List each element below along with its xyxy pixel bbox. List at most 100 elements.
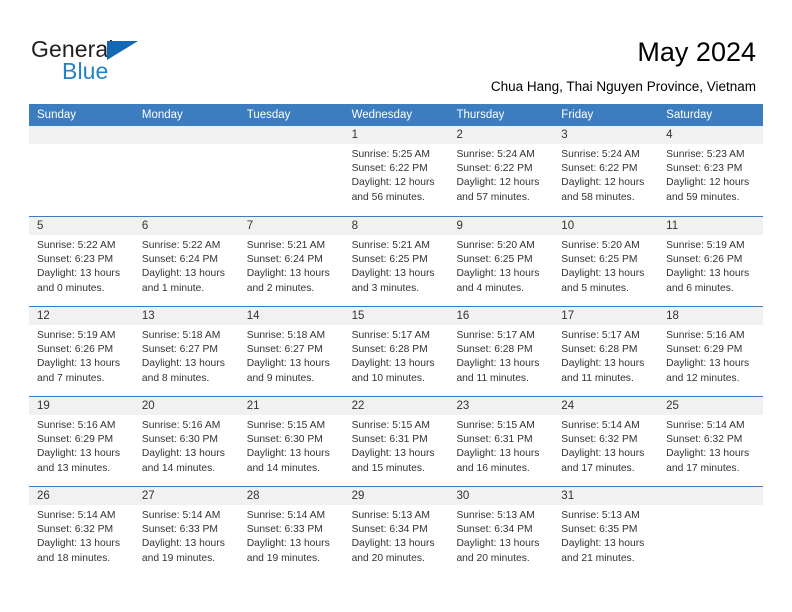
calendar-day-cell[interactable]: 22 Sunrise: 5:15 AM Sunset: 6:31 PM Dayligh…	[343, 397, 449, 486]
day-number: 30	[448, 487, 554, 505]
daylight-text: Daylight: 13 hours and 8 minutes.	[141, 358, 225, 384]
day-number: 8	[343, 217, 449, 235]
calendar-day-cell[interactable]: 27 Sunrise: 5:14 AM Sunset: 6:33 PM Dayligh…	[133, 487, 239, 576]
sunrise-text: Sunrise: 5:19 AM	[666, 240, 745, 251]
calendar-day-cell[interactable]: 16 Sunrise: 5:17 AM Sunset: 6:28 PM Dayligh…	[448, 307, 554, 396]
calendar-day-cell[interactable]: 4 Sunrise: 5:23 AM Sunset: 6:23 PM Daylight…	[658, 126, 764, 216]
day-number: 11	[658, 217, 764, 235]
calendar-day-cell[interactable]: 1 Sunrise: 5:25 AM Sunset: 6:22 PM Daylight…	[343, 126, 449, 216]
calendar-day-cell[interactable]: 28 Sunrise: 5:14 AM Sunset: 6:33 PM Dayligh…	[238, 487, 344, 576]
sunrise-text: Sunrise: 5:17 AM	[561, 330, 640, 341]
day-sun-info: Sunrise: 5:15 AM Sunset: 6:31 PM Daylight:…	[448, 415, 553, 476]
daylight-text: Daylight: 13 hours and 17 minutes.	[561, 448, 645, 474]
sunrise-text: Sunrise: 5:14 AM	[141, 510, 221, 521]
calendar-day-cell[interactable]: 9 Sunrise: 5:20 AM Sunset: 6:25 PM Daylight…	[448, 217, 554, 306]
sunset-text: Sunset: 6:34 PM	[456, 524, 533, 536]
calendar-day-cell[interactable]: 30 Sunrise: 5:13 AM Sunset: 6:34 PM Dayligh…	[448, 487, 554, 576]
page-subtitle-location: Chua Hang, Thai Nguyen Province, Vietnam	[490, 79, 756, 94]
sunset-text: Sunset: 6:34 PM	[351, 524, 428, 536]
calendar-day-cell[interactable]: 2 Sunrise: 5:24 AM Sunset: 6:22 PM Daylight…	[448, 126, 554, 216]
sunset-text: Sunset: 6:35 PM	[561, 524, 638, 536]
page-title: May 2024	[637, 37, 756, 67]
calendar-day-cell[interactable]: 15 Sunrise: 5:17 AM Sunset: 6:28 PM Dayligh…	[343, 307, 449, 396]
calendar-day-cell[interactable]: 13 Sunrise: 5:18 AM Sunset: 6:27 PM Dayligh…	[133, 307, 239, 396]
calendar-weeks: 1 Sunrise: 5:25 AM Sunset: 6:22 PM Daylight…	[29, 126, 764, 576]
calendar-day-cell[interactable]: 5 Sunrise: 5:22 AM Sunset: 6:23 PM Daylight…	[29, 217, 134, 306]
sunrise-text: Sunrise: 5:13 AM	[561, 510, 640, 521]
day-sun-info: Sunrise: 5:14 AM Sunset: 6:32 PM Daylight:…	[553, 415, 658, 476]
daylight-text: Daylight: 13 hours and 21 minutes.	[561, 538, 645, 564]
calendar-day-cell[interactable]: 12 Sunrise: 5:19 AM Sunset: 6:26 PM Dayligh…	[29, 307, 134, 396]
day-number: 14	[238, 307, 344, 325]
daylight-text: Daylight: 13 hours and 14 minutes.	[141, 448, 225, 474]
calendar-week-row: 12 Sunrise: 5:19 AM Sunset: 6:26 PM Dayligh…	[29, 306, 764, 396]
calendar-day-cell[interactable]: 10 Sunrise: 5:20 AM Sunset: 6:25 PM Dayligh…	[553, 217, 659, 306]
sunrise-text: Sunrise: 5:16 AM	[141, 420, 221, 431]
day-number	[133, 126, 239, 144]
calendar-day-cell[interactable]: 17 Sunrise: 5:17 AM Sunset: 6:28 PM Dayligh…	[553, 307, 659, 396]
calendar-day-cell[interactable]: 6 Sunrise: 5:22 AM Sunset: 6:24 PM Daylight…	[133, 217, 239, 306]
calendar-day-cell[interactable]: 11 Sunrise: 5:19 AM Sunset: 6:26 PM Dayligh…	[658, 217, 764, 306]
general-blue-logo[interactable]: General Blue	[31, 36, 241, 90]
day-sun-info: Sunrise: 5:25 AM Sunset: 6:22 PM Daylight:…	[344, 144, 449, 205]
daylight-text: Daylight: 13 hours and 6 minutes.	[666, 268, 750, 294]
sunset-text: Sunset: 6:31 PM	[351, 434, 428, 446]
day-number: 21	[238, 397, 344, 415]
calendar-day-cell[interactable]: 18 Sunrise: 5:16 AM Sunset: 6:29 PM Dayligh…	[658, 307, 764, 396]
sunrise-text: Sunrise: 5:24 AM	[456, 149, 535, 160]
daylight-text: Daylight: 13 hours and 13 minutes.	[37, 448, 120, 474]
calendar-day-cell-empty	[238, 126, 344, 216]
day-number: 9	[448, 217, 554, 235]
daylight-text: Daylight: 13 hours and 9 minutes.	[246, 358, 330, 384]
day-number: 2	[448, 126, 554, 144]
weekday-header-friday: Friday	[561, 109, 594, 121]
daylight-text: Daylight: 13 hours and 10 minutes.	[351, 358, 435, 384]
calendar-grid: Sunday Monday Tuesday Wednesday Thursday…	[29, 104, 764, 576]
calendar-day-cell[interactable]: 3 Sunrise: 5:24 AM Sunset: 6:22 PM Daylight…	[553, 126, 659, 216]
sunset-text: Sunset: 6:30 PM	[141, 434, 218, 446]
day-number: 27	[133, 487, 239, 505]
day-number: 13	[133, 307, 239, 325]
weekday-header-thursday: Thursday	[456, 109, 505, 121]
day-sun-info: Sunrise: 5:17 AM Sunset: 6:28 PM Daylight:…	[553, 325, 658, 386]
calendar-day-cell[interactable]: 7 Sunrise: 5:21 AM Sunset: 6:24 PM Daylight…	[238, 217, 344, 306]
day-sun-info: Sunrise: 5:15 AM Sunset: 6:31 PM Daylight:…	[344, 415, 449, 476]
calendar-day-cell[interactable]: 25 Sunrise: 5:14 AM Sunset: 6:32 PM Dayligh…	[658, 397, 764, 486]
day-sun-info: Sunrise: 5:23 AM Sunset: 6:23 PM Daylight:…	[658, 144, 763, 205]
logo-text-blue: Blue	[62, 58, 109, 84]
calendar-week-row: 5 Sunrise: 5:22 AM Sunset: 6:23 PM Daylight…	[29, 216, 764, 306]
sunset-text: Sunset: 6:23 PM	[666, 163, 743, 175]
calendar-day-cell[interactable]: 20 Sunrise: 5:16 AM Sunset: 6:30 PM Dayligh…	[133, 397, 239, 486]
calendar-page: General Blue May 2024 Chua Hang, Thai Ng…	[0, 0, 792, 612]
calendar-day-cell[interactable]: 19 Sunrise: 5:16 AM Sunset: 6:29 PM Dayligh…	[29, 397, 134, 486]
day-sun-info: Sunrise: 5:14 AM Sunset: 6:32 PM Daylight:…	[658, 415, 763, 476]
calendar-day-cell[interactable]: 29 Sunrise: 5:13 AM Sunset: 6:34 PM Dayligh…	[343, 487, 449, 576]
sunset-text: Sunset: 6:31 PM	[456, 434, 533, 446]
sunset-text: Sunset: 6:23 PM	[37, 254, 114, 266]
calendar-day-cell[interactable]: 31 Sunrise: 5:13 AM Sunset: 6:35 PM Dayligh…	[553, 487, 659, 576]
sunset-text: Sunset: 6:22 PM	[351, 163, 428, 175]
calendar-day-cell[interactable]: 23 Sunrise: 5:15 AM Sunset: 6:31 PM Dayligh…	[448, 397, 554, 486]
sunset-text: Sunset: 6:30 PM	[246, 434, 323, 446]
sunset-text: Sunset: 6:29 PM	[37, 434, 114, 446]
weekday-header-monday: Monday	[141, 109, 183, 121]
sunset-text: Sunset: 6:24 PM	[141, 254, 218, 266]
calendar-day-cell[interactable]: 14 Sunrise: 5:18 AM Sunset: 6:27 PM Dayligh…	[238, 307, 344, 396]
calendar-day-cell[interactable]: 21 Sunrise: 5:15 AM Sunset: 6:30 PM Dayligh…	[238, 397, 344, 486]
calendar-day-cell[interactable]: 24 Sunrise: 5:14 AM Sunset: 6:32 PM Dayligh…	[553, 397, 659, 486]
day-sun-info: Sunrise: 5:16 AM Sunset: 6:29 PM Daylight:…	[29, 415, 134, 476]
sunrise-text: Sunrise: 5:13 AM	[456, 510, 535, 521]
day-number: 20	[133, 397, 239, 415]
day-sun-info: Sunrise: 5:22 AM Sunset: 6:24 PM Daylight:…	[134, 235, 239, 296]
sunset-text: Sunset: 6:28 PM	[456, 344, 533, 356]
daylight-text: Daylight: 13 hours and 0 minutes.	[37, 268, 120, 294]
calendar-day-cell[interactable]: 26 Sunrise: 5:14 AM Sunset: 6:32 PM Dayligh…	[29, 487, 134, 576]
calendar-day-cell-empty	[658, 487, 764, 576]
daylight-text: Daylight: 13 hours and 2 minutes.	[246, 268, 330, 294]
calendar-day-cell[interactable]: 8 Sunrise: 5:21 AM Sunset: 6:25 PM Daylight…	[343, 217, 449, 306]
day-number: 17	[553, 307, 659, 325]
daylight-text: Daylight: 13 hours and 15 minutes.	[351, 448, 435, 474]
day-sun-info: Sunrise: 5:14 AM Sunset: 6:32 PM Daylight:…	[29, 505, 134, 566]
day-number: 7	[238, 217, 344, 235]
sunrise-text: Sunrise: 5:20 AM	[561, 240, 640, 251]
